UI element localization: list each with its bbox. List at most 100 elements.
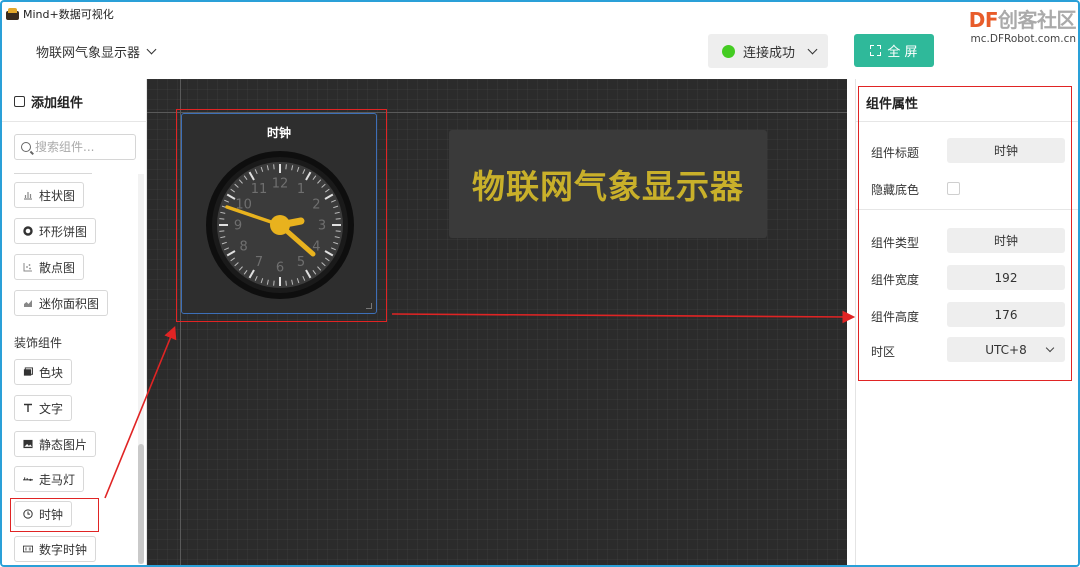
- sidebar-item-donut-chart[interactable]: 环形饼图: [14, 218, 97, 244]
- clock-minor-tick: [285, 280, 287, 286]
- width-label: 组件宽度: [871, 273, 920, 287]
- chevron-down-icon: [1045, 343, 1055, 353]
- digital-clock-icon: [23, 545, 33, 553]
- status-dot-icon: [722, 44, 735, 58]
- clipped-item: [14, 172, 92, 174]
- clock-hour-number: 8: [239, 240, 247, 255]
- window-title: Mind+数据可视化: [23, 8, 114, 21]
- divider: [856, 121, 1078, 122]
- fullscreen-icon: [870, 45, 882, 56]
- divider: [2, 121, 147, 122]
- sidebar-title-text: 添加组件: [31, 96, 84, 111]
- timezone-value: UTC+8: [985, 342, 1027, 357]
- clock-minor-tick: [335, 218, 341, 220]
- area-chart-icon: [24, 300, 32, 307]
- title-text: 物联网气象显示器: [472, 167, 744, 206]
- sidebar-item-label: 色块: [39, 365, 64, 380]
- clock-minor-tick: [219, 218, 225, 220]
- sidebar-item-image[interactable]: 静态图片: [14, 431, 97, 457]
- hide-bg-label: 隐藏底色: [871, 183, 920, 197]
- sidebar-scrollbar-thumb[interactable]: [138, 444, 144, 564]
- clock-minor-tick: [219, 230, 225, 232]
- clock-minor-tick: [335, 230, 341, 232]
- sidebar-title: 添加组件: [14, 92, 83, 111]
- chevron-down-icon: [146, 44, 157, 55]
- sidebar-item-label: 柱状图: [39, 188, 76, 203]
- app-icon: [6, 8, 19, 20]
- sidebar-item-area-chart[interactable]: 迷你面积图: [14, 290, 109, 316]
- timezone-label: 时区: [871, 345, 896, 359]
- height-label: 组件高度: [871, 310, 920, 324]
- clock-hour-number: 6: [276, 261, 284, 276]
- text-icon: [24, 403, 32, 412]
- properties-panel: 组件属性 组件标题 时钟 隐藏底色 组件类型 时钟 组件宽度 192 组件高度 …: [855, 79, 1078, 565]
- clock-minor-tick: [273, 164, 275, 170]
- hide-bg-checkbox[interactable]: [947, 182, 960, 195]
- project-name: 物联网气象显示器: [36, 46, 141, 61]
- sidebar-item-label: 静态图片: [39, 437, 88, 452]
- search-input[interactable]: [35, 140, 125, 154]
- clock-widget[interactable]: 时钟 12 1 2 3 4 5 6 7 8 9 10 11: [181, 113, 377, 314]
- sidebar-item-label: 时钟: [39, 507, 64, 522]
- width-input[interactable]: 192: [947, 265, 1065, 290]
- connection-status-text: 连接成功: [743, 45, 796, 61]
- sidebar-item-marquee[interactable]: 走马灯: [14, 466, 85, 492]
- app-window: Mind+数据可视化 DF创客社区 mc.DFRobot.com.cn 物联网气…: [0, 0, 1080, 567]
- resize-handle[interactable]: [366, 303, 372, 309]
- title-text-widget[interactable]: 物联网气象显示器: [449, 130, 767, 238]
- clock-icon: [23, 509, 33, 519]
- donut-chart-icon: [23, 226, 33, 236]
- properties-title: 组件属性: [866, 97, 919, 112]
- sidebar-item-label: 走马灯: [39, 472, 76, 487]
- sidebar-item-label: 数字时钟: [39, 542, 88, 557]
- divider: [856, 209, 1078, 210]
- type-label: 组件类型: [871, 236, 920, 250]
- sidebar-item-bar-chart[interactable]: 柱状图: [14, 182, 85, 208]
- clock-hour-number: 2: [312, 198, 320, 213]
- clock-hour-number: 12: [272, 177, 289, 192]
- clock-minor-tick: [285, 164, 287, 170]
- widget-title-label: 组件标题: [871, 146, 920, 160]
- connection-status-button[interactable]: 连接成功: [708, 34, 828, 68]
- clock-widget-title: 时钟: [266, 126, 291, 140]
- clock-hour-number: 7: [255, 255, 263, 270]
- color-block-icon: [23, 367, 33, 376]
- sidebar-item-clock[interactable]: 时钟: [14, 501, 73, 527]
- component-sidebar: 添加组件 柱状图 环形饼图 散点图 迷你面积图 装饰组件 色块: [2, 79, 147, 565]
- clock-hour-number: 5: [297, 255, 305, 270]
- clock-minor-tick: [273, 280, 275, 286]
- search-icon: [21, 142, 31, 152]
- type-field[interactable]: 时钟: [947, 228, 1065, 253]
- clock-hour-number: 11: [251, 182, 268, 197]
- scatter-chart-icon: [23, 263, 32, 272]
- clock-center-cap: [270, 215, 290, 235]
- image-icon: [23, 439, 33, 449]
- analog-clock: 12 1234567891011: [206, 151, 354, 299]
- header: 物联网气象显示器 连接成功 全 屏: [2, 26, 1078, 79]
- fullscreen-label: 全 屏: [887, 45, 918, 60]
- sidebar-item-label: 散点图: [39, 260, 76, 275]
- sidebar-item-label: 环形饼图: [39, 224, 88, 239]
- marquee-icon: [23, 477, 33, 481]
- title-bar: Mind+数据可视化: [2, 2, 1078, 26]
- widget-title-input[interactable]: 时钟: [947, 138, 1065, 163]
- timezone-select[interactable]: UTC+8: [947, 337, 1065, 362]
- fullscreen-button[interactable]: 全 屏: [854, 34, 934, 67]
- section-label-decor: 装饰组件: [14, 336, 63, 350]
- sidebar-item-color-block[interactable]: 色块: [14, 359, 73, 385]
- sidebar-item-label: 迷你面积图: [39, 296, 100, 311]
- sidebar-item-digital-clock[interactable]: 数字时钟: [14, 536, 97, 562]
- bar-chart-icon: [24, 192, 32, 200]
- clock-hour-number: 1: [297, 182, 305, 197]
- sidebar-item-scatter-chart[interactable]: 散点图: [14, 254, 85, 280]
- project-selector[interactable]: 物联网气象显示器: [36, 42, 157, 61]
- clock-hour-number: 9: [234, 219, 242, 234]
- clock-hour-number: 3: [318, 219, 326, 234]
- sidebar-item-text[interactable]: 文字: [14, 395, 73, 421]
- chevron-down-icon: [807, 44, 818, 54]
- editor-canvas[interactable]: 时钟 12 1 2 3 4 5 6 7 8 9 10 11 物联网气象显示器: [147, 79, 847, 565]
- height-input[interactable]: 176: [947, 302, 1065, 327]
- sidebar-item-label: 文字: [39, 401, 64, 416]
- search-box[interactable]: [14, 134, 136, 160]
- widget-icon: [14, 96, 25, 107]
